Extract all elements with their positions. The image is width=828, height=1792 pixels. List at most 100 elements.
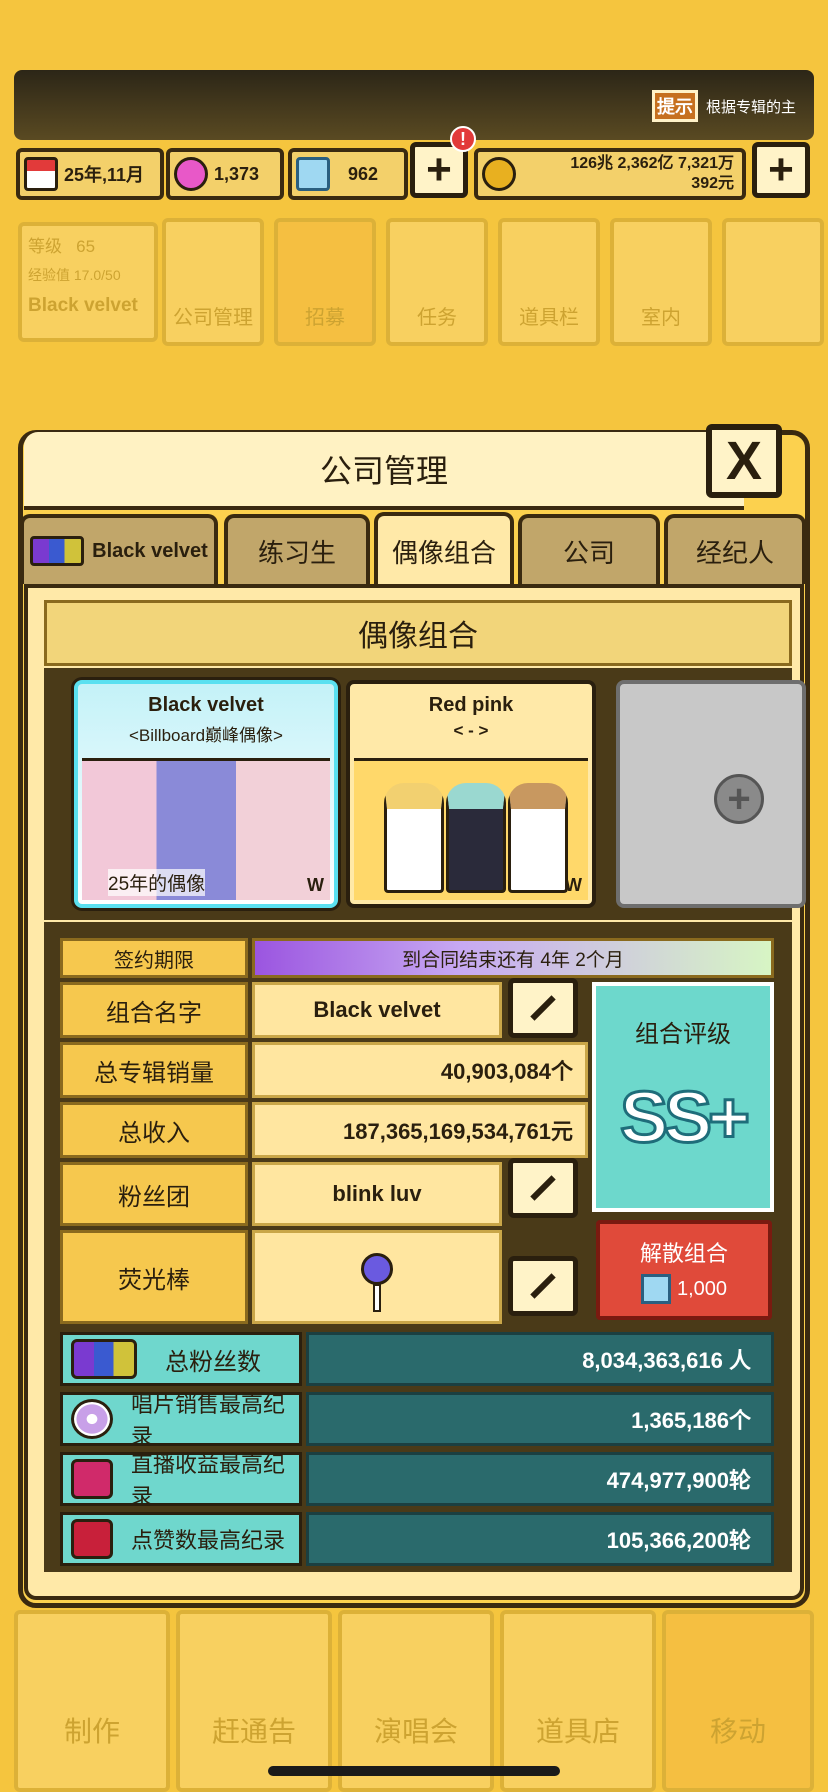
stat-row-fans: 总粉丝数 bbox=[60, 1332, 302, 1386]
fans-icon bbox=[71, 1339, 137, 1379]
level-value: 65 bbox=[76, 237, 96, 256]
tab-black-velvet[interactable]: Black velvet bbox=[20, 514, 218, 584]
stat-value-live-income: 474,977,900轮 bbox=[306, 1452, 774, 1506]
group-card-subtitle: <Billboard巅峰偶像> bbox=[128, 726, 283, 745]
fandom-value: blink luv bbox=[252, 1162, 502, 1226]
sales-value: 40,903,084个 bbox=[252, 1042, 588, 1098]
tab-trainee[interactable]: 练习生 bbox=[224, 514, 370, 584]
stat-value-likes: 105,366,200轮 bbox=[306, 1512, 774, 1566]
disband-cost: 1,000 bbox=[676, 1277, 728, 1300]
menu-label: 任务 bbox=[417, 307, 457, 329]
nav-label: 移动 bbox=[709, 1716, 766, 1747]
level-label: 等级 bbox=[28, 237, 62, 256]
menu-company-management[interactable]: 公司管理 bbox=[162, 218, 264, 346]
menu-label: 公司管理 bbox=[173, 307, 253, 329]
contract-label: 签约期限 bbox=[60, 938, 248, 978]
tab-agent[interactable]: 经纪人 bbox=[664, 514, 806, 584]
stat-label: 直播收益最高纪录 bbox=[131, 1452, 286, 1509]
nav-label: 赶通告 bbox=[211, 1716, 296, 1747]
menu-label: 室内 bbox=[641, 307, 681, 329]
group-card-name: Red pink bbox=[428, 694, 514, 716]
panel-title: 公司管理 bbox=[24, 432, 744, 510]
card-mark: W bbox=[307, 875, 324, 895]
tab-idol-group[interactable]: 偶像组合 bbox=[374, 512, 514, 586]
edit-lightstick-button[interactable] bbox=[508, 1256, 578, 1316]
stat-label: 总粉丝数 bbox=[165, 1348, 261, 1376]
contract-progress-bar: 到合同结束还有 4年 2个月 bbox=[252, 938, 774, 978]
stat-row-record-sales: 唱片销售最高纪录 bbox=[60, 1392, 302, 1449]
close-button[interactable]: X bbox=[706, 424, 782, 498]
empty-group-slot[interactable]: + bbox=[616, 680, 806, 908]
calendar-icon bbox=[24, 157, 58, 191]
rating-value: SS+ bbox=[618, 1077, 751, 1160]
group-card-red-pink[interactable]: Red pink < - > W bbox=[346, 680, 596, 908]
add-slot-icon: + bbox=[714, 774, 764, 824]
nav-produce[interactable]: 制作 bbox=[14, 1610, 170, 1792]
menu-label: 招募 bbox=[305, 307, 345, 329]
tab-label: Black velvet bbox=[92, 539, 208, 562]
money-value-line1: 126兆 2,362亿 7,321万 bbox=[570, 155, 734, 172]
money-value-line2: 392元 bbox=[691, 175, 734, 192]
nav-label: 制作 bbox=[63, 1716, 120, 1747]
nav-item-shop[interactable]: 道具店 bbox=[500, 1610, 656, 1792]
coin-icon bbox=[482, 157, 516, 191]
nav-label: 演唱会 bbox=[373, 1716, 458, 1747]
edit-name-button[interactable] bbox=[508, 978, 578, 1038]
stat-row-likes: 点赞数最高纪录 bbox=[60, 1512, 302, 1566]
menu-recruit[interactable]: 招募 bbox=[274, 218, 376, 346]
menu-tasks[interactable]: 任务 bbox=[386, 218, 488, 346]
disc-icon bbox=[71, 1399, 113, 1439]
money-display: 126兆 2,362亿 7,321万 392元 bbox=[474, 148, 746, 200]
hint-badge[interactable]: 提示 bbox=[652, 90, 698, 122]
menu-inventory[interactable]: 道具栏 bbox=[498, 218, 600, 346]
menu-label: 道具栏 bbox=[519, 307, 579, 329]
level-box: 等级 65 经验值 17.0/50 Black velvet bbox=[18, 222, 158, 342]
income-value: 187,365,169,534,761元 bbox=[252, 1102, 588, 1158]
income-label: 总收入 bbox=[60, 1102, 248, 1158]
date-value: 25年,11月 bbox=[64, 165, 145, 185]
fandom-label: 粉丝团 bbox=[60, 1162, 248, 1226]
group-card-name: Black velvet bbox=[148, 694, 264, 716]
disband-label: 解散组合 bbox=[639, 1241, 728, 1266]
name-value: Black velvet bbox=[252, 982, 502, 1038]
group-portrait: 25年的偶像 W bbox=[82, 758, 330, 900]
add-money-button[interactable]: + bbox=[752, 142, 810, 198]
stat-value-fans: 8,034,363,616 人 bbox=[306, 1332, 774, 1386]
group-rating-box: 组合评级 SS+ bbox=[592, 982, 774, 1212]
stat-label: 点赞数最高纪录 bbox=[131, 1528, 286, 1553]
date-display: 25年,11月 bbox=[16, 148, 164, 200]
home-indicator[interactable] bbox=[268, 1766, 560, 1776]
pink-gem-value: 1,373 bbox=[214, 163, 260, 184]
tab-company[interactable]: 公司 bbox=[518, 514, 660, 584]
group-portrait: W bbox=[354, 758, 588, 900]
alert-badge: ! bbox=[450, 126, 476, 152]
hint-text: 根据专辑的主 bbox=[706, 99, 797, 116]
lightstick-icon bbox=[361, 1253, 393, 1312]
lightstick-label: 荧光棒 bbox=[60, 1230, 248, 1324]
nav-move[interactable]: 移动 bbox=[662, 1610, 814, 1792]
pink-gem-icon bbox=[174, 157, 208, 191]
stat-value-record-sales: 1,365,186个 bbox=[306, 1392, 774, 1446]
card-mark: W bbox=[565, 875, 582, 895]
disband-group-button[interactable]: 解散组合 1,000 bbox=[596, 1220, 772, 1320]
menu-mail[interactable] bbox=[722, 218, 824, 346]
play-icon bbox=[71, 1519, 113, 1559]
group-name: Black velvet bbox=[28, 295, 138, 316]
sales-label: 总专辑销量 bbox=[60, 1042, 248, 1098]
lightstick-value bbox=[252, 1230, 502, 1324]
diamond-icon bbox=[640, 1274, 671, 1304]
section-title: 偶像组合 bbox=[44, 600, 792, 666]
nav-concert[interactable]: 演唱会 bbox=[338, 1610, 494, 1792]
stat-row-live-income: 直播收益最高纪录 bbox=[60, 1452, 302, 1509]
menu-interior[interactable]: 室内 bbox=[610, 218, 712, 346]
diamond-value: 962 bbox=[348, 163, 379, 184]
pencil-icon bbox=[530, 995, 556, 1021]
pencil-icon bbox=[530, 1175, 556, 1201]
nav-label: 道具店 bbox=[535, 1716, 620, 1747]
edit-fandom-button[interactable] bbox=[508, 1158, 578, 1218]
nav-schedule[interactable]: 赶通告 bbox=[176, 1610, 332, 1792]
group-icon bbox=[30, 536, 85, 566]
pencil-icon bbox=[530, 1273, 556, 1299]
music-icon bbox=[71, 1459, 113, 1499]
group-card-black-velvet[interactable]: Black velvet <Billboard巅峰偶像> 25年的偶像 W bbox=[74, 680, 338, 908]
